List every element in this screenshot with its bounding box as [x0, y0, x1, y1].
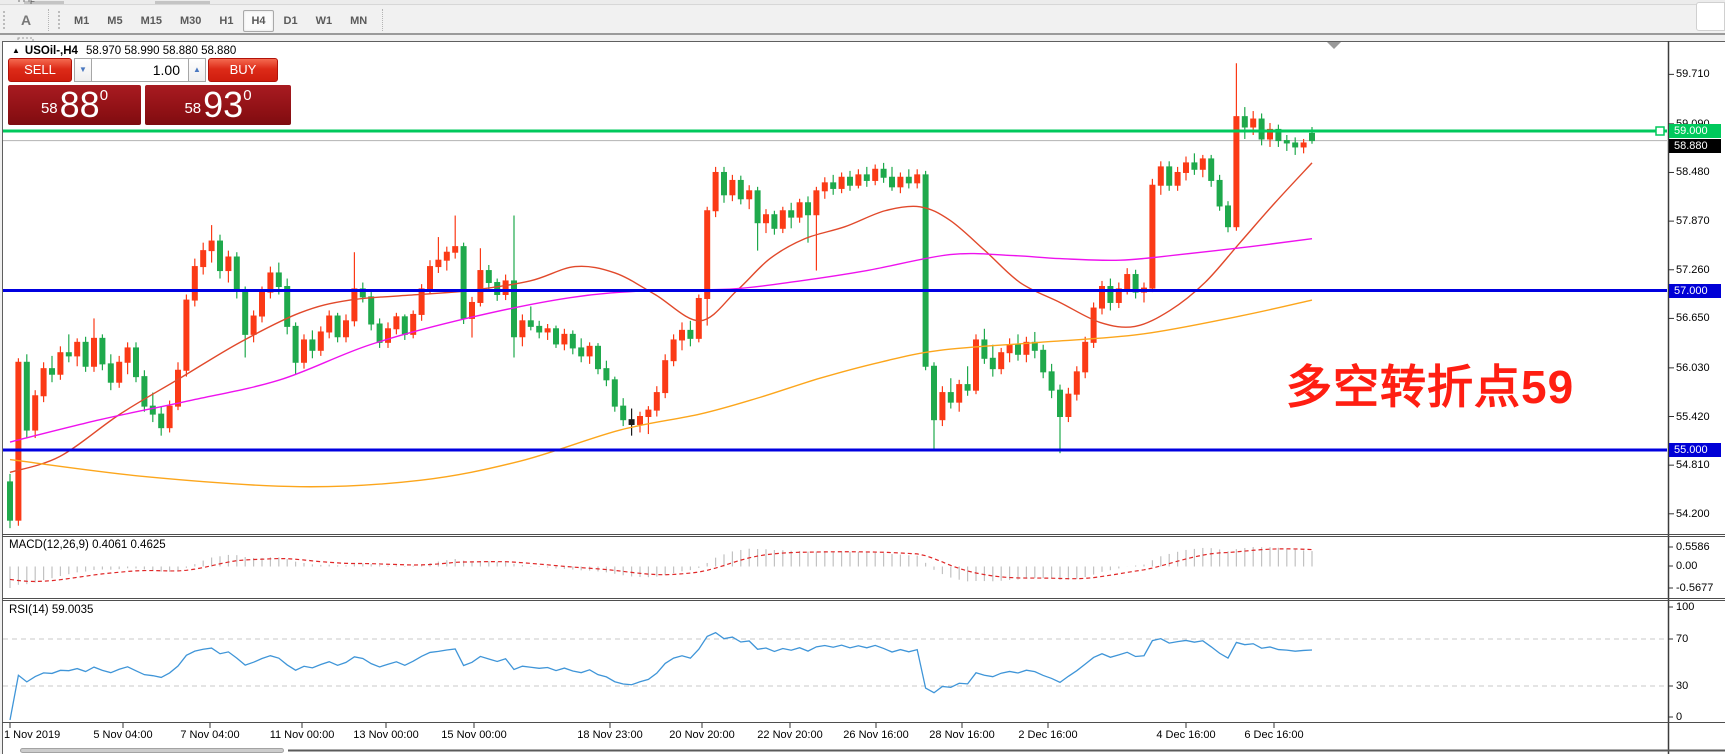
volume-increase-button[interactable]: ▲ [188, 58, 206, 82]
one-click-trade-panel: SELL ▼ ▲ BUY 58 88 0 58 93 0 [8, 58, 294, 125]
buy-price-main: 93 [203, 88, 243, 122]
sell-button[interactable]: SELL [8, 58, 72, 82]
indicator-tick-label: 0 [1676, 711, 1682, 723]
indicator-tick-label: 70 [1676, 633, 1688, 645]
time-tick-label: 4 Dec 16:00 [1156, 729, 1215, 741]
time-tick-label: 18 Nov 23:00 [577, 729, 642, 741]
time-tick-label: 20 Nov 20:00 [669, 729, 734, 741]
time-tick-label: 28 Nov 16:00 [929, 729, 994, 741]
indicator-tick-label: 0.5586 [1676, 541, 1710, 553]
time-tick-label: 15 Nov 00:00 [441, 729, 506, 741]
sell-price-main: 88 [60, 88, 100, 122]
price-tick-label: 55.420 [1676, 411, 1710, 423]
sell-price-int: 58 [41, 96, 58, 122]
indicator-tick-label: 30 [1676, 680, 1688, 692]
time-tick-label: 26 Nov 16:00 [843, 729, 908, 741]
volume-input[interactable] [92, 58, 188, 82]
sell-price-pip: 0 [100, 90, 108, 102]
chart-symbol-header: ▲ USOil-,H4 58.970 58.990 58.880 58.880 [12, 45, 236, 57]
time-tick-label: 1 Nov 2019 [4, 729, 60, 741]
sell-price-box[interactable]: 58 88 0 [8, 85, 141, 125]
price-tick-label: 59.710 [1676, 68, 1710, 80]
rsi-indicator-label: RSI(14) 59.0035 [9, 604, 93, 616]
price-tick-label: 58.480 [1676, 166, 1710, 178]
price-tick-label: 57.260 [1676, 264, 1710, 276]
horizontal-scrollbar[interactable] [20, 748, 284, 753]
price-tick-label: 54.810 [1676, 459, 1710, 471]
hline-drag-handle [1656, 127, 1664, 135]
buy-price-pip: 0 [243, 90, 251, 102]
time-tick-label: 11 Nov 00:00 [270, 729, 335, 741]
price-level-label: 58.880 [1669, 139, 1721, 153]
indicator-tick-label: -0.5677 [1676, 582, 1713, 594]
mt4-window: EFAT M1M5M15M30H1H4D1W1MN ▲USOil-,H458.9… [0, 0, 1725, 754]
price-level-label: 57.000 [1669, 284, 1721, 298]
chart-annotation-text: 多空转折点59 [1286, 351, 1574, 417]
macd-indicator-label: MACD(12,26,9) 0.4061 0.4625 [9, 539, 166, 551]
buy-button[interactable]: BUY [208, 58, 278, 82]
buy-price-int: 58 [184, 96, 201, 122]
time-tick-label: 2 Dec 16:00 [1018, 729, 1077, 741]
buy-price-box[interactable]: 58 93 0 [145, 85, 291, 125]
time-tick-label: 22 Nov 20:00 [757, 729, 822, 741]
time-tick-label: 7 Nov 04:00 [180, 729, 239, 741]
indicator-tick-label: 100 [1676, 601, 1694, 613]
rsi-value: 59.0035 [52, 604, 94, 616]
time-tick-label: 13 Nov 00:00 [353, 729, 418, 741]
volume-decrease-button[interactable]: ▼ [74, 58, 92, 82]
ohlc-values: 58.970 58.990 58.880 58.880 [86, 45, 236, 57]
price-level-label: 55.000 [1669, 443, 1721, 457]
symbol-name: USOil-,H4 [25, 45, 78, 57]
collapse-arrow-icon[interactable]: ▲ [12, 46, 20, 55]
price-tick-label: 54.200 [1676, 508, 1710, 520]
time-tick-label: 6 Dec 16:00 [1244, 729, 1303, 741]
price-level-label: 59.000 [1669, 124, 1721, 138]
price-tick-label: 56.650 [1676, 312, 1710, 324]
price-tick-label: 57.870 [1676, 215, 1710, 227]
indicator-tick-label: 0.00 [1676, 560, 1697, 572]
macd-values: 0.4061 0.4625 [92, 539, 166, 551]
time-tick-label: 5 Nov 04:00 [93, 729, 152, 741]
price-tick-label: 56.030 [1676, 362, 1710, 374]
